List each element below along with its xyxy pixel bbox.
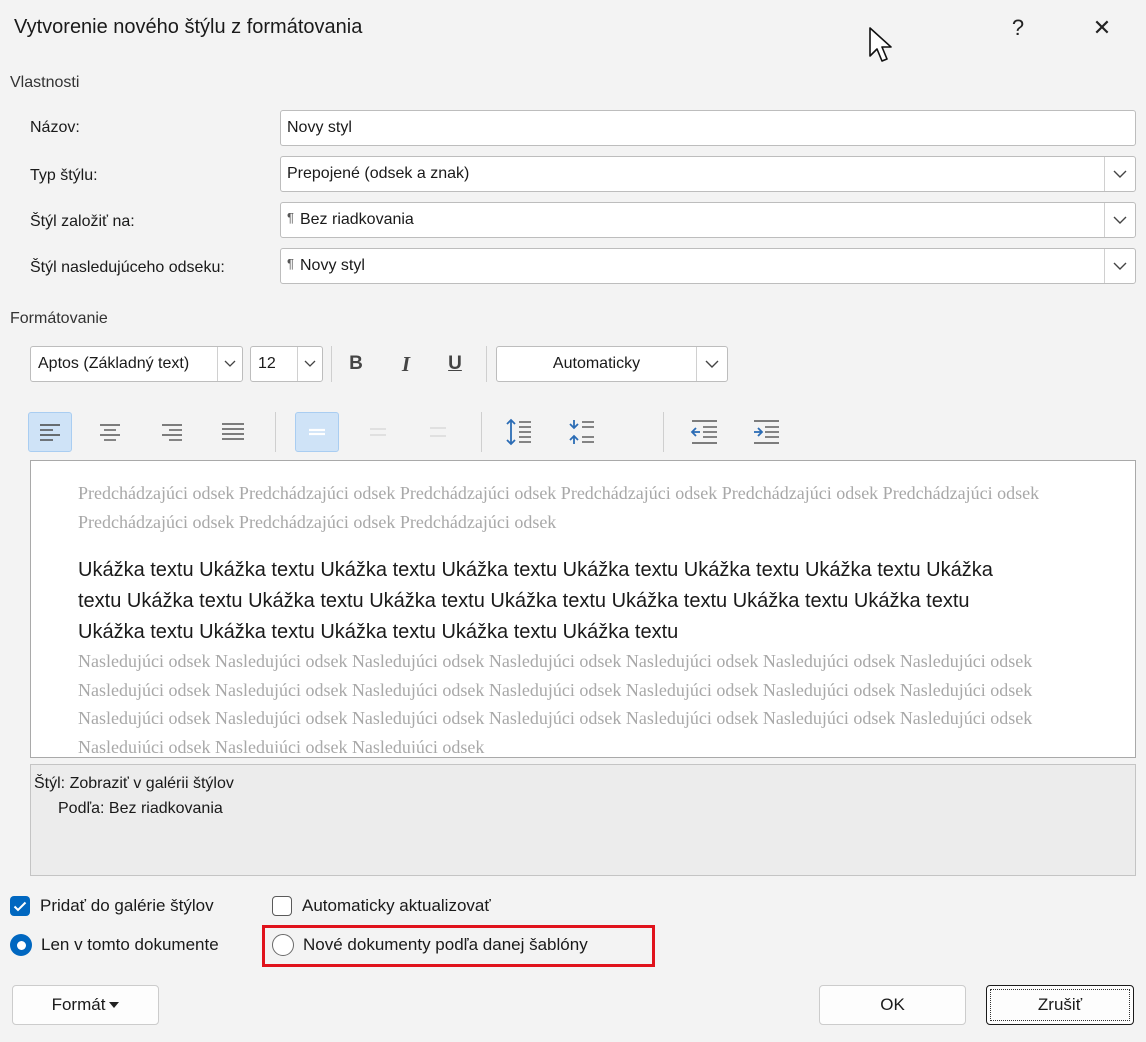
add-to-gallery-checkbox[interactable]: [10, 896, 30, 916]
ok-button[interactable]: OK: [819, 985, 966, 1025]
align-center-icon: [100, 424, 120, 441]
decrease-indent-icon: [690, 420, 717, 444]
based-on-select[interactable]: ¶ Bez riadkovania: [280, 202, 1136, 238]
paragraph-spacing-increase-icon: [506, 418, 531, 446]
line-spacing-single-button[interactable]: [295, 412, 339, 452]
align-justify-button[interactable]: [211, 412, 255, 452]
formatting-section-label: Formátovanie: [10, 310, 108, 327]
preview-sample-text: Ukážka textu Ukážka textu Ukážka textu U…: [78, 559, 993, 643]
style-type-value: Prepojené (odsek a znak): [287, 165, 470, 182]
close-button[interactable]: ✕: [1080, 10, 1124, 46]
auto-update-label: Automaticky aktualizovať: [302, 896, 491, 915]
increase-indent-icon: [754, 420, 779, 444]
font-size-select[interactable]: 12: [250, 346, 323, 382]
paragraph-mark-icon: ¶: [287, 257, 294, 271]
align-justify-icon: [222, 423, 244, 440]
align-center-button[interactable]: [88, 412, 132, 452]
preview-previous-paragraph: Predchádzajúci odsek Predchádzajúci odse…: [78, 483, 1040, 532]
name-input-value: Novy styl: [287, 119, 352, 136]
preview-following-paragraph: Nasledujúci odsek Nasledujúci odsek Nasl…: [78, 651, 1033, 753]
only-this-document-option[interactable]: Len v tomto dokumente: [10, 934, 219, 956]
space-after-button[interactable]: [560, 412, 604, 452]
paragraph-mark-icon: ¶: [287, 211, 294, 225]
font-value: Aptos (Základný text): [38, 355, 190, 372]
add-to-gallery-option[interactable]: Pridať do galérie štýlov: [10, 896, 214, 916]
toolbar-divider: [481, 412, 482, 452]
decrease-indent-button[interactable]: [682, 412, 726, 452]
auto-update-option[interactable]: Automaticky aktualizovať: [272, 896, 491, 916]
focus-rectangle: [990, 989, 1130, 1021]
line-spacing-onehalf-button[interactable]: [356, 412, 400, 452]
next-style-label: Štýl nasledujúceho odseku:: [30, 259, 225, 276]
font-color-select[interactable]: Automaticky: [496, 346, 728, 382]
paragraph-spacing-decrease-icon: [569, 420, 594, 444]
close-icon: ✕: [1092, 15, 1112, 40]
toolbar-divider: [275, 412, 276, 452]
style-type-select[interactable]: Prepojené (odsek a znak): [280, 156, 1136, 192]
description-line-based-on: Podľa: Bez riadkovania: [58, 800, 223, 817]
align-left-button[interactable]: [28, 412, 72, 452]
bold-button[interactable]: B: [338, 346, 374, 382]
caret-down-icon: [109, 1002, 120, 1008]
increase-indent-button[interactable]: [744, 412, 788, 452]
format-menu-button[interactable]: Formát: [12, 985, 159, 1025]
format-button-label: Formát: [51, 995, 106, 1014]
name-label: Názov:: [30, 119, 80, 136]
dialog-title: Vytvorenie nového štýlu z formátovania: [14, 16, 363, 38]
next-style-select[interactable]: ¶ Novy styl: [280, 248, 1136, 284]
checkmark-icon: [13, 901, 27, 911]
auto-update-checkbox[interactable]: [272, 896, 292, 916]
ok-button-label: OK: [880, 995, 905, 1014]
help-icon: ?: [1011, 15, 1025, 40]
chevron-down-icon: [1104, 249, 1135, 283]
line-spacing-double-button[interactable]: [416, 412, 460, 452]
chevron-down-icon: [696, 347, 727, 381]
highlight-annotation-box: [262, 925, 655, 967]
toolbar-divider: [663, 412, 664, 452]
description-line-style: Štýl: Zobraziť v galérii štýlov: [34, 775, 234, 792]
font-select[interactable]: Aptos (Základný text): [30, 346, 243, 382]
properties-section-label: Vlastnosti: [10, 74, 80, 91]
chevron-down-icon: [217, 347, 242, 381]
next-style-value: Novy styl: [299, 257, 365, 274]
based-on-label: Štýl založiť na:: [30, 213, 135, 230]
cancel-button[interactable]: Zrušiť: [986, 985, 1134, 1025]
help-button[interactable]: ?: [996, 10, 1040, 46]
underline-button[interactable]: U: [437, 346, 473, 382]
line-spacing-double-icon: [430, 427, 446, 437]
italic-button[interactable]: I: [388, 346, 424, 382]
chevron-down-icon: [297, 347, 322, 381]
bold-icon: B: [349, 353, 363, 374]
mouse-cursor-icon: [869, 27, 892, 62]
chevron-down-icon: [1104, 157, 1135, 191]
style-description: Štýl: Zobraziť v galérii štýlov Podľa: B…: [30, 764, 1136, 876]
only-this-document-radio[interactable]: [10, 934, 32, 956]
underline-icon: U: [448, 353, 462, 374]
align-right-icon: [162, 424, 182, 441]
toolbar-divider: [486, 346, 487, 382]
name-input[interactable]: Novy styl: [280, 110, 1136, 146]
line-spacing-single-icon: [309, 428, 325, 436]
font-color-value: Automaticky: [552, 355, 641, 372]
based-on-value: Bez riadkovania: [299, 211, 414, 228]
align-left-icon: [40, 424, 60, 441]
style-preview-pane: Predchádzajúci odsek Predchádzajúci odse…: [30, 460, 1136, 758]
only-this-document-label: Len v tomto dokumente: [41, 935, 219, 954]
chevron-down-icon: [1104, 203, 1135, 237]
font-size-value: 12: [258, 355, 276, 372]
add-to-gallery-label: Pridať do galérie štýlov: [40, 896, 214, 915]
italic-icon: I: [401, 351, 411, 376]
line-spacing-onehalf-icon: [370, 428, 386, 436]
style-type-label: Typ štýlu:: [30, 167, 98, 184]
toolbar-divider: [331, 346, 332, 382]
align-right-button[interactable]: [150, 412, 194, 452]
space-before-button[interactable]: [497, 412, 541, 452]
